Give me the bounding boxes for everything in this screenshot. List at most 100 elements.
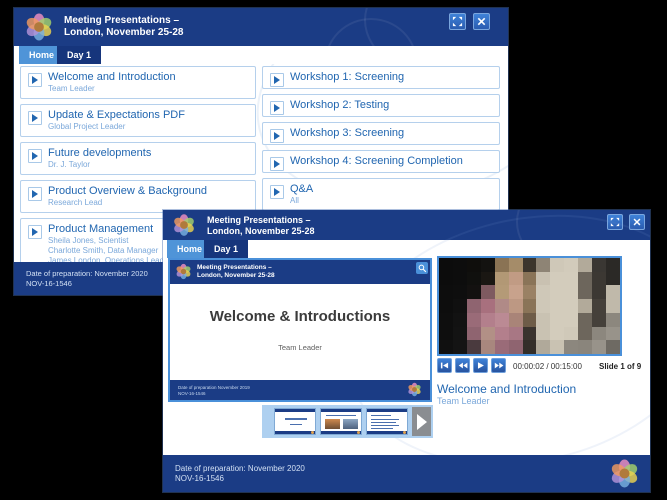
video-pixel: [536, 313, 550, 327]
video-pixel: [523, 299, 537, 313]
current-item-label: Welcome and Introduction Team Leader: [437, 382, 576, 407]
slide-footer: Date of preparation November 2019 NOV-16…: [170, 380, 430, 400]
play-icon: [270, 101, 284, 115]
list-item[interactable]: Q&AAll: [262, 178, 500, 211]
list-item[interactable]: Future developmentsDr. J. Taylor: [20, 142, 256, 175]
list-item-subtitle: All: [290, 196, 495, 206]
video-pixel: [606, 299, 620, 313]
video-pixel: [606, 285, 620, 299]
video-pixel: [467, 327, 481, 341]
video-pixel: [523, 272, 537, 286]
slide-header-title: Meeting Presentations – London, November…: [197, 264, 275, 280]
close-button[interactable]: [629, 214, 645, 230]
slide-thumbnail-2[interactable]: [320, 408, 362, 435]
window-title: Meeting Presentations – London, November…: [64, 15, 183, 39]
next-thumbnails-button[interactable]: [412, 407, 431, 436]
video-pixel: [536, 299, 550, 313]
video-pixel: [578, 272, 592, 286]
slide-header: Meeting Presentations – London, November…: [170, 260, 430, 284]
previous-slide-button[interactable]: [437, 358, 452, 373]
list-item[interactable]: Product Overview & BackgroundResearch Le…: [20, 180, 256, 213]
play-icon: [270, 185, 284, 199]
play-icon: [270, 73, 284, 87]
list-item[interactable]: Welcome and IntroductionTeam Leader: [20, 66, 256, 99]
slide-canvas[interactable]: Welcome & Introductions Team Leader: [170, 284, 430, 380]
zoom-slide-button[interactable]: [416, 262, 428, 274]
player-window-footer: Date of preparation: November 2020 NOV-1…: [163, 455, 650, 492]
slide-subtitle: Team Leader: [170, 343, 430, 352]
thumbnail-strip: [262, 405, 433, 438]
video-pixel: [578, 327, 592, 341]
play-icon: [476, 361, 485, 370]
list-item[interactable]: Update & Expectations PDFGlobal Project …: [20, 104, 256, 137]
video-pixel: [481, 327, 495, 341]
slide-counter: Slide 1 of 9: [599, 362, 641, 371]
video-pixel: [467, 285, 481, 299]
video-pixel: [523, 285, 537, 299]
video-pixel: [550, 299, 564, 313]
current-item-subtitle: Team Leader: [437, 396, 576, 407]
video-pixel: [523, 258, 537, 272]
player-window-header: Meeting Presentations – London, November…: [163, 210, 650, 240]
video-pixel: [481, 258, 495, 272]
current-item-title: Welcome and Introduction: [437, 382, 576, 396]
list-item[interactable]: Workshop 1: Screening: [262, 66, 500, 89]
magnifier-icon: [418, 264, 427, 273]
video-pixel: [453, 285, 467, 299]
video-pixel: [592, 327, 606, 341]
speaker-video[interactable]: [437, 256, 622, 356]
video-pixel: [550, 313, 564, 327]
video-pixel: [439, 272, 453, 286]
video-pixel: [439, 258, 453, 272]
window-title: Meeting Presentations – London, November…: [207, 215, 315, 237]
video-pixel: [564, 258, 578, 272]
forward-button[interactable]: [491, 358, 506, 373]
video-pixel: [578, 299, 592, 313]
player-body: Meeting Presentations – London, November…: [163, 258, 650, 455]
close-button[interactable]: [473, 13, 490, 30]
play-icon: [270, 157, 284, 171]
preparation-note: Date of preparation: November 2020 NOV-1…: [26, 269, 148, 289]
tab-day1[interactable]: Day 1: [57, 46, 101, 64]
video-pixel: [592, 313, 606, 327]
video-pixel: [564, 313, 578, 327]
play-button[interactable]: [473, 358, 488, 373]
list-item[interactable]: Workshop 4: Screening Completion: [262, 150, 500, 173]
slide-thumbnail-3[interactable]: [366, 408, 408, 435]
video-pixel: [509, 272, 523, 286]
fullscreen-button[interactable]: [449, 13, 466, 30]
rewind-icon: [458, 361, 468, 370]
video-pixel: [439, 299, 453, 313]
rewind-button[interactable]: [455, 358, 470, 373]
tab-day1[interactable]: Day 1: [204, 240, 248, 258]
video-pixel: [495, 313, 509, 327]
video-pixel: [453, 258, 467, 272]
list-item-subtitle: Global Project Leader: [48, 122, 251, 132]
video-pixel: [550, 327, 564, 341]
video-pixel: [495, 272, 509, 286]
list-item[interactable]: Workshop 2: Testing: [262, 94, 500, 117]
play-icon: [28, 225, 42, 239]
fullscreen-button[interactable]: [607, 214, 623, 230]
slide-preparation-note: Date of preparation November 2019 NOV-16…: [178, 385, 250, 397]
list-item-title: Product Overview & Background: [48, 185, 251, 198]
close-icon: [476, 16, 487, 27]
video-pixel: [536, 340, 550, 354]
forward-icon: [494, 361, 504, 370]
video-pixel: [564, 299, 578, 313]
video-pixel: [578, 258, 592, 272]
play-icon: [28, 187, 42, 201]
slide-thumbnail-1[interactable]: [274, 408, 316, 435]
list-item[interactable]: Workshop 3: Screening: [262, 122, 500, 145]
play-icon: [28, 149, 42, 163]
agenda-window-header: Meeting Presentations – London, November…: [14, 8, 508, 46]
video-pixel: [481, 313, 495, 327]
video-pixel: [592, 285, 606, 299]
video-pixel: [606, 258, 620, 272]
list-item-title: Future developments: [48, 147, 251, 160]
video-pixel: [467, 299, 481, 313]
video-pixel: [592, 340, 606, 354]
fullscreen-icon: [452, 16, 463, 27]
video-pixel: [467, 258, 481, 272]
video-pixel: [550, 258, 564, 272]
